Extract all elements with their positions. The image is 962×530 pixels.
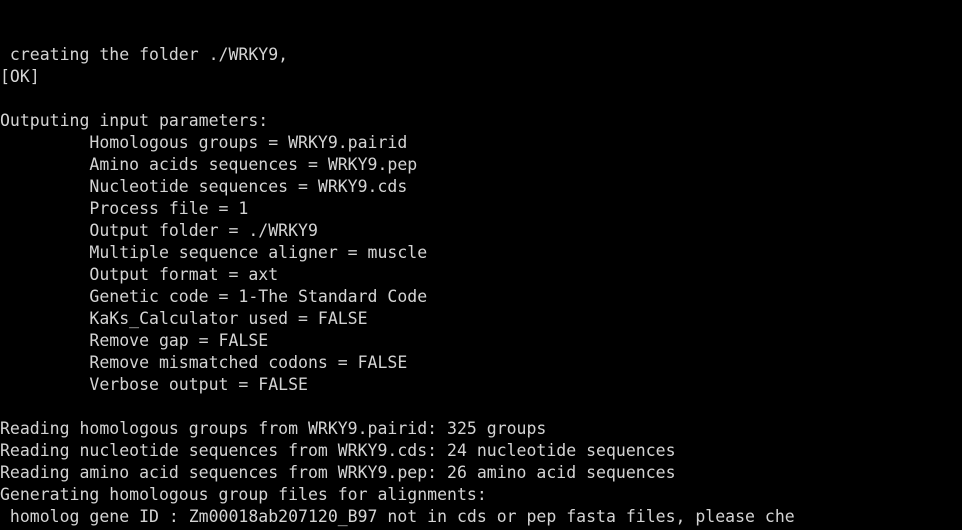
terminal-output-line: Remove gap = FALSE — [0, 331, 269, 350]
terminal-output-line: Outputing input parameters: — [0, 111, 269, 130]
terminal-output-line: Homologous groups = WRKY9.pairid — [0, 133, 408, 152]
terminal-output-line: Reading nucleotide sequences from WRKY9.… — [0, 441, 676, 460]
terminal-output-line: Output folder = ./WRKY9 — [0, 221, 318, 240]
terminal-output-line: Output format = axt — [0, 265, 279, 284]
terminal-output-line: Nucleotide sequences = WRKY9.cds — [0, 177, 408, 196]
terminal-output-line: [OK] — [0, 67, 40, 86]
terminal-output-line: Amino acids sequences = WRKY9.pep — [0, 155, 418, 174]
terminal-output-line: Remove mismatched codons = FALSE — [0, 353, 408, 372]
terminal-output-line: Genetic code = 1-The Standard Code — [0, 287, 428, 306]
terminal-output-line: Generating homologous group files for al… — [0, 485, 487, 504]
terminal-output-line: creating the folder ./WRKY9, — [0, 45, 289, 64]
terminal-output-line: KaKs_Calculator used = FALSE — [0, 309, 368, 328]
terminal-output-line: homolog gene ID : Zm00018ab207120_B97 no… — [0, 507, 795, 526]
terminal-output-line: Verbose output = FALSE — [0, 375, 308, 394]
terminal-output-line: Reading amino acid sequences from WRKY9.… — [0, 463, 676, 482]
terminal-output-line: Multiple sequence aligner = muscle — [0, 243, 428, 262]
terminal-output-line: Process file = 1 — [0, 199, 249, 218]
terminal-output: creating the folder ./WRKY9, [OK] Outputi… — [0, 44, 962, 530]
terminal-screen[interactable]: creating the folder ./WRKY9, [OK] Outputi… — [0, 0, 962, 530]
terminal-output-line: Reading homologous groups from WRKY9.pai… — [0, 419, 547, 438]
